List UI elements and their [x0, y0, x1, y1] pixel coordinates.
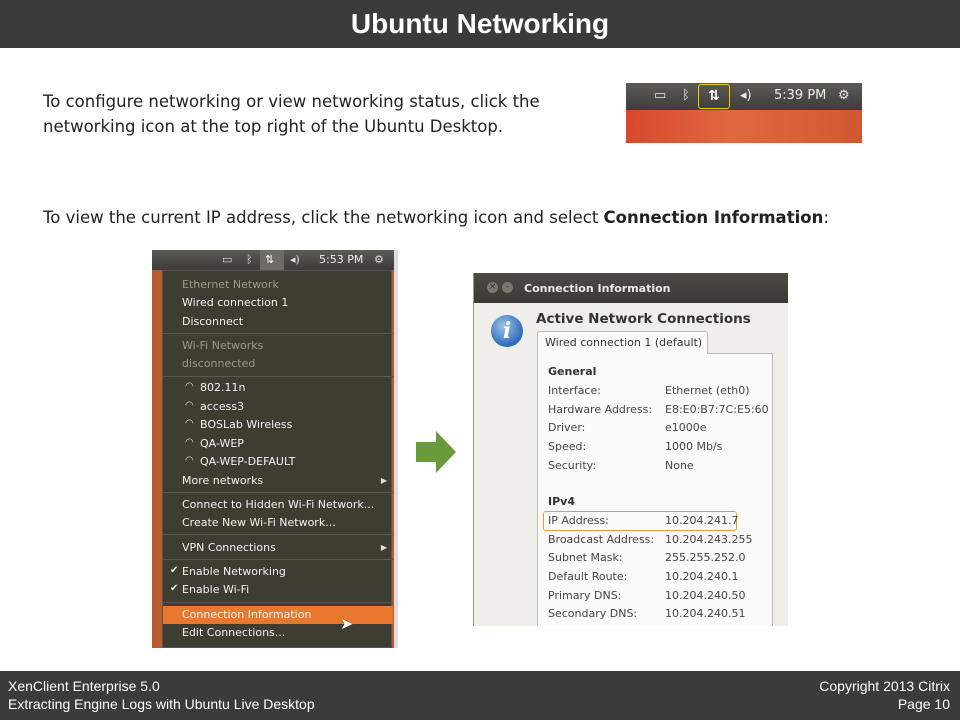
menu-item-network[interactable]: 802.11n — [200, 381, 245, 395]
detail-label: IP Address: — [548, 514, 609, 527]
menu-separator — [163, 492, 393, 493]
menu-item-enable-wifi[interactable]: Enable Wi-Fi — [182, 583, 249, 597]
top-panel-bar: ▭ ᛒ ⇅ ◂) 5:39 PM ⚙ — [626, 83, 862, 110]
active-connections-heading: Active Network Connections — [536, 311, 751, 327]
footer-left: XenClient Enterprise 5.0 Extracting Engi… — [8, 677, 315, 713]
footer-product: XenClient Enterprise 5.0 — [8, 678, 160, 694]
menu-separator — [163, 333, 393, 334]
menu-separator — [163, 534, 393, 535]
right-arrow-icon — [416, 431, 456, 473]
menu-item-disconnect[interactable]: Disconnect — [182, 315, 243, 329]
detail-label: Secondary DNS: — [548, 607, 638, 620]
slide-title: Ubuntu Networking — [0, 0, 960, 48]
detail-value: 255.255.252.0 — [665, 551, 746, 564]
battery-icon: ▭ — [222, 253, 233, 266]
connection-information-emphasis: Connection Information — [603, 208, 824, 227]
footer-copyright: Copyright 2013 Citrix — [819, 678, 950, 694]
screenshot-edge — [394, 250, 398, 648]
detail-label: Broadcast Address: — [548, 533, 655, 546]
connection-information-screenshot: × – Connection Information i Active Netw… — [473, 273, 788, 626]
minimize-icon[interactable]: – — [502, 282, 513, 293]
detail-value: 10.204.240.50 — [665, 589, 746, 602]
general-section-label: General — [548, 365, 597, 378]
window-title: Connection Information — [524, 282, 671, 295]
menu-item-network[interactable]: BOSLab Wireless — [200, 418, 292, 432]
detail-value: e1000e — [665, 421, 707, 434]
menu-item-disconnected: disconnected — [182, 357, 256, 370]
wifi-signal-icon: ◠ — [185, 400, 194, 411]
detail-value: 10.204.243.255 — [665, 533, 753, 546]
detail-value: 1000 Mb/s — [665, 440, 723, 453]
detail-label: Hardware Address: — [548, 403, 653, 416]
detail-label: Interface: — [548, 384, 601, 397]
menu-top-panel: ▭ ᛒ ⇅ ◂) 5:53 PM ⚙ — [152, 250, 398, 270]
wifi-signal-icon: ◠ — [185, 437, 194, 448]
window-titlebar: × – Connection Information — [474, 273, 788, 303]
wifi-signal-icon: ◠ — [185, 418, 194, 429]
menu-item-network[interactable]: access3 — [200, 400, 244, 414]
detail-value: None — [665, 459, 694, 472]
menu-item-connection-information[interactable]: Connection Information — [182, 608, 311, 622]
menu-item-vpn[interactable]: VPN Connections — [182, 541, 276, 555]
panel-screenshot: ▭ ᛒ ⇅ ◂) 5:39 PM ⚙ — [626, 83, 862, 143]
bluetooth-icon: ᛒ — [246, 253, 253, 266]
footer-subtitle: Extracting Engine Logs with Ubuntu Live … — [8, 696, 315, 712]
detail-label: Speed: — [548, 440, 587, 453]
menu-item-wired-connection[interactable]: Wired connection 1 — [182, 296, 288, 310]
ip-address-value: 10.204.241.7 — [665, 514, 739, 527]
ip-instruction-paragraph: To view the current IP address, click th… — [43, 205, 923, 230]
submenu-arrow-icon: ▶ — [380, 476, 387, 485]
detail-label: Security: — [548, 459, 597, 472]
mouse-cursor-icon: ➤ — [340, 614, 354, 633]
menu-separator — [163, 602, 393, 603]
menu-item-wifi-networks: Wi-Fi Networks — [182, 339, 264, 352]
checkmark-icon: ✔ — [170, 565, 179, 576]
network-dropdown-menu: Ethernet Network Wired connection 1 Disc… — [162, 270, 393, 648]
menu-item-create-new[interactable]: Create New Wi-Fi Network... — [182, 516, 336, 530]
menu-separator — [163, 559, 393, 560]
detail-label: Default Route: — [548, 570, 628, 583]
menu-item-more-networks[interactable]: More networks — [182, 474, 263, 488]
gear-icon: ⚙ — [838, 88, 850, 103]
detail-value: Ethernet (eth0) — [665, 384, 750, 397]
bluetooth-icon: ᛒ — [682, 88, 690, 103]
submenu-arrow-icon: ▶ — [380, 543, 387, 552]
menu-item-network[interactable]: QA-WEP-DEFAULT — [200, 455, 295, 469]
detail-value: E8:E0:B7:7C:E5:60 — [665, 403, 769, 416]
network-menu-screenshot: ▭ ᛒ ⇅ ◂) 5:53 PM ⚙ Ethernet Network Wire… — [152, 250, 398, 648]
detail-label: Subnet Mask: — [548, 551, 623, 564]
wifi-signal-icon: ◠ — [185, 455, 194, 466]
slide-footer: XenClient Enterprise 5.0 Extracting Engi… — [0, 671, 960, 720]
wifi-signal-icon: ◠ — [185, 381, 194, 392]
panel-clock: 5:39 PM — [774, 88, 827, 103]
detail-label: Primary DNS: — [548, 589, 622, 602]
menu-clock: 5:53 PM — [319, 253, 364, 266]
gear-icon: ⚙ — [374, 253, 384, 266]
menu-item-network[interactable]: QA-WEP — [200, 437, 244, 451]
detail-value: 10.204.240.1 — [665, 570, 739, 583]
intro-paragraph: To configure networking or view networki… — [43, 92, 540, 136]
info-icon: i — [491, 315, 523, 347]
volume-icon: ◂) — [290, 253, 300, 266]
battery-icon: ▭ — [654, 88, 667, 103]
page-number: Page 10 — [897, 696, 950, 712]
volume-icon: ◂) — [740, 88, 752, 103]
instruction-colon: : — [823, 208, 829, 227]
desktop-background — [626, 110, 862, 143]
menu-item-ethernet-network: Ethernet Network — [182, 278, 279, 291]
ipv4-section-label: IPv4 — [548, 495, 575, 508]
checkmark-icon: ✔ — [170, 583, 179, 594]
network-icon-highlighted: ⇅ — [698, 84, 730, 109]
tab-wired-connection[interactable]: Wired connection 1 (default) — [537, 331, 708, 354]
footer-right: Copyright 2013 Citrix Page 10 — [819, 677, 950, 713]
menu-item-edit-connections[interactable]: Edit Connections... — [182, 626, 285, 640]
instruction-text: To view the current IP address, click th… — [43, 208, 604, 227]
network-arrows-icon: ⇅ — [265, 253, 275, 266]
menu-separator — [163, 376, 393, 377]
menu-item-connect-hidden[interactable]: Connect to Hidden Wi-Fi Network... — [182, 498, 374, 512]
detail-value: 10.204.240.51 — [665, 607, 746, 620]
menu-item-enable-networking[interactable]: Enable Networking — [182, 565, 286, 579]
detail-label: Driver: — [548, 421, 586, 434]
close-icon[interactable]: × — [487, 282, 498, 293]
